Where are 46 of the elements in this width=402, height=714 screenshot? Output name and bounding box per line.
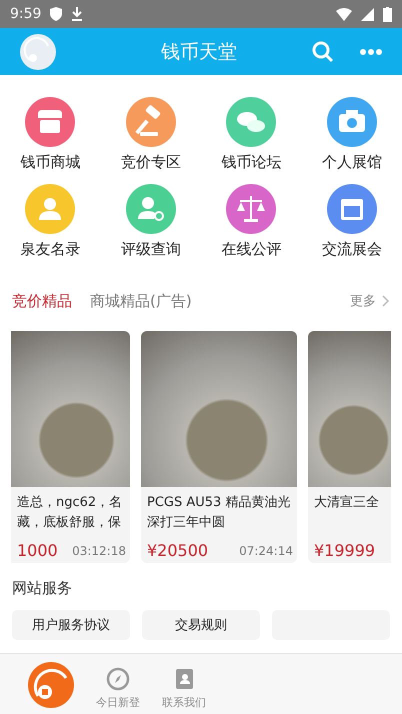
section-tab[interactable]: 竞价精品 bbox=[12, 292, 72, 310]
battery-icon bbox=[383, 6, 392, 22]
shield-icon bbox=[50, 7, 62, 21]
chevron-right-icon[interactable] bbox=[382, 295, 390, 307]
section-tab[interactable]: 商城精品(广告) bbox=[90, 292, 192, 310]
shortcut-label: 个人展馆 bbox=[322, 153, 382, 172]
shortcut-item[interactable]: 交流展会 bbox=[302, 184, 402, 259]
countdown-time: 07:24:14 bbox=[239, 544, 293, 558]
product-price: 1000 bbox=[17, 541, 58, 560]
service-card[interactable]: 交易规则 bbox=[142, 610, 260, 640]
wifi-icon bbox=[336, 8, 352, 20]
signal-icon bbox=[361, 8, 374, 20]
shortcut-item[interactable]: 泉友名录 bbox=[0, 184, 100, 259]
product-title: 大清宣三全 bbox=[313, 494, 380, 512]
product-price: ¥19999 bbox=[314, 541, 376, 560]
download-icon bbox=[71, 7, 84, 21]
logo-icon[interactable] bbox=[28, 662, 74, 708]
section-title: 网站服务 bbox=[11, 578, 73, 598]
product-title: PCGS AU53 精品黄油光 深打三年中圆 bbox=[146, 494, 292, 532]
shortcut-label: 竞价专区 bbox=[120, 153, 181, 172]
product-card[interactable]: 大清宣三全 ¥19999 bbox=[308, 331, 391, 563]
product-card[interactable]: PCGS AU53 精品黄油光 深打三年中圆 ¥20500 07:24:14 bbox=[141, 331, 297, 563]
shortcut-item[interactable]: 个人展馆 bbox=[302, 97, 402, 172]
service-card[interactable]: 用户服务协议 bbox=[12, 610, 130, 640]
countdown-time: 03:12:18 bbox=[72, 544, 126, 558]
shortcut-label: 评级查询 bbox=[120, 240, 181, 259]
more-icon[interactable] bbox=[360, 48, 382, 54]
product-price: ¥20500 bbox=[147, 541, 208, 560]
shortcut-label: 钱币商城 bbox=[20, 153, 80, 172]
app-title: 钱币天堂 bbox=[160, 40, 238, 64]
shortcut-item[interactable]: 在线公评 bbox=[201, 184, 302, 259]
more-link[interactable]: 更多 bbox=[350, 292, 376, 310]
search-icon[interactable] bbox=[312, 40, 334, 62]
shortcut-item[interactable]: 钱币论坛 bbox=[201, 97, 302, 172]
product-title: 造总，ngc62，名 藏，底板舒服，保 bbox=[16, 494, 124, 532]
product-card[interactable]: 造总，ngc62，名 藏，底板舒服，保 1000 03:12:18 bbox=[11, 331, 130, 563]
shortcut-item[interactable]: 钱币商城 bbox=[0, 97, 100, 172]
shortcut-label: 交流展会 bbox=[322, 240, 382, 259]
shortcut-item[interactable]: 评级查询 bbox=[100, 184, 201, 259]
shortcut-label: 在线公评 bbox=[221, 240, 282, 259]
status-time: 9:59 bbox=[10, 6, 42, 22]
shortcut-label: 泉友名录 bbox=[20, 240, 80, 259]
shortcut-label: 钱币论坛 bbox=[221, 153, 282, 172]
compass-icon bbox=[106, 667, 130, 691]
app-logo-icon[interactable] bbox=[20, 34, 56, 70]
shortcut-item[interactable]: 竞价专区 bbox=[100, 97, 201, 172]
